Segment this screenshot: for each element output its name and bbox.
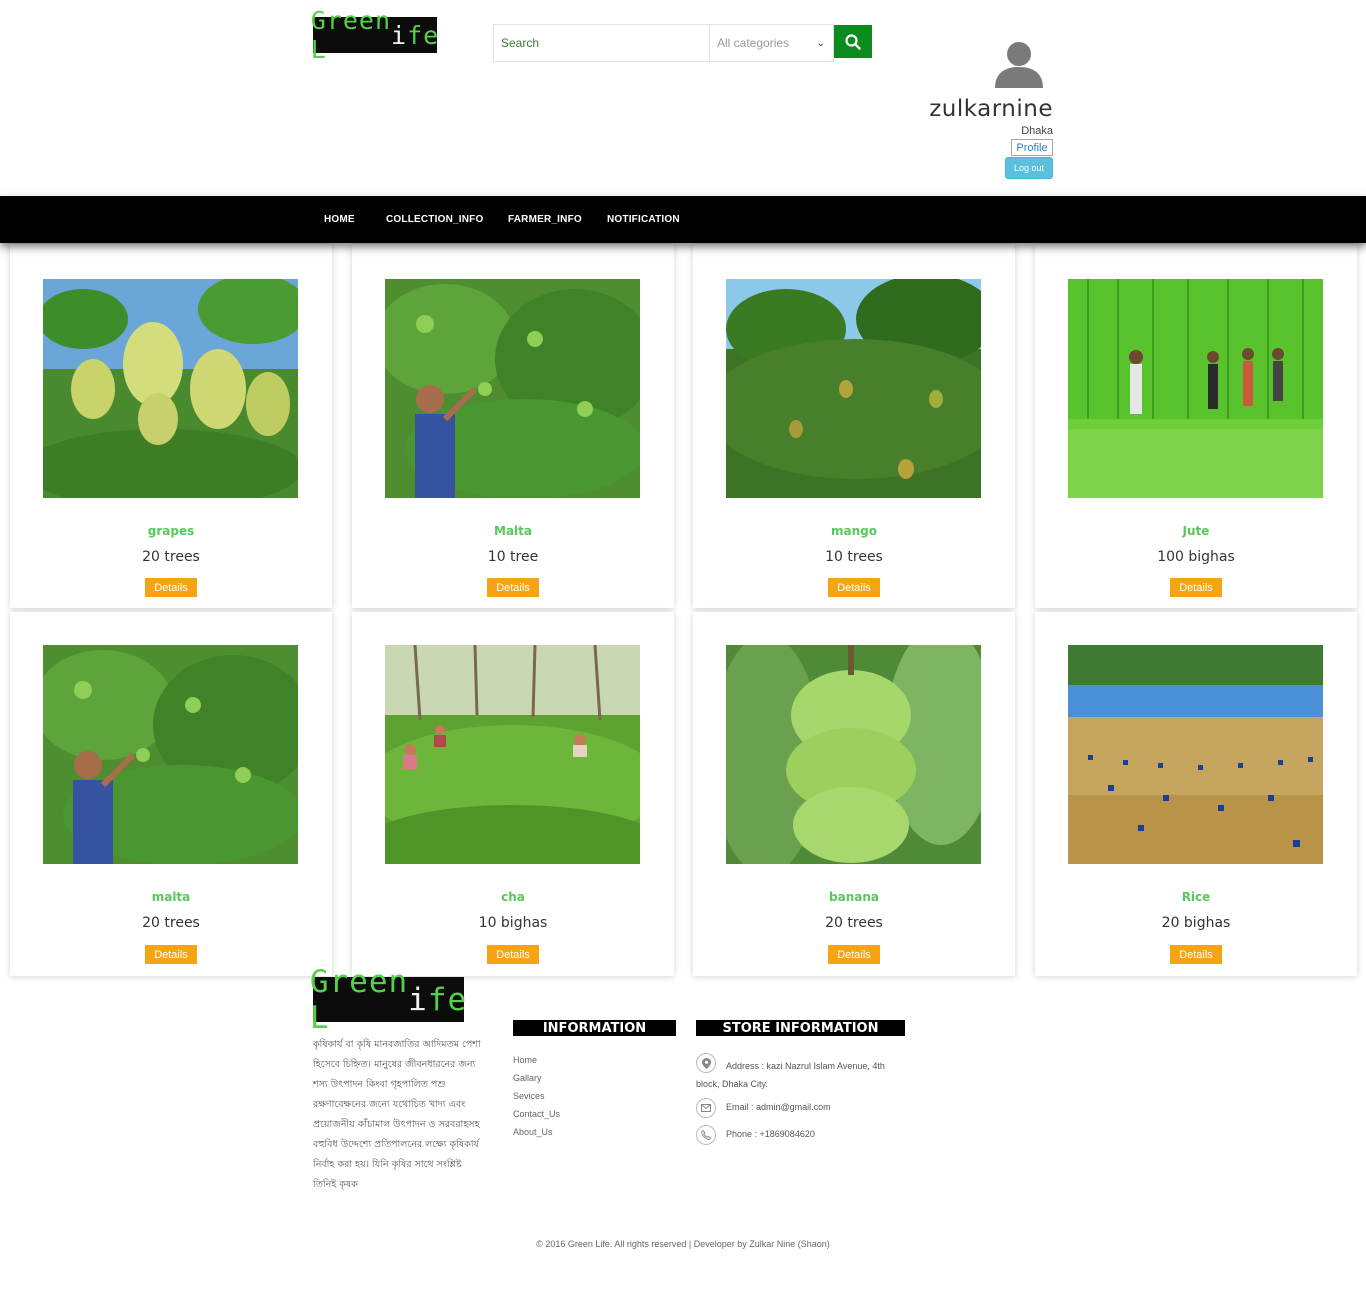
- product-image-mango[interactable]: [726, 279, 981, 498]
- product-image-grapes[interactable]: [43, 279, 298, 498]
- product-quantity: 10 bighas: [478, 915, 548, 931]
- product-name[interactable]: grapes: [10, 524, 332, 538]
- search-icon: [845, 33, 861, 50]
- chevron-down-icon: ⌄: [816, 37, 825, 49]
- details-button[interactable]: Details: [1170, 945, 1222, 964]
- store-email: Email : admin@gmail.com: [726, 1102, 831, 1112]
- category-selected-value: All categories: [717, 36, 790, 50]
- details-button[interactable]: Details: [487, 578, 539, 597]
- nav-home[interactable]: HOME: [324, 214, 355, 225]
- product-card: Malta 10 tree Details: [352, 244, 674, 608]
- product-image-malta[interactable]: [385, 279, 640, 498]
- product-name[interactable]: Malta: [352, 524, 674, 538]
- logo-text-c: fe: [427, 981, 468, 1018]
- phone-icon: [696, 1125, 716, 1145]
- footer-link-gallary[interactable]: Gallary: [513, 1073, 542, 1083]
- product-card: malta 20 trees Details: [10, 612, 332, 976]
- product-quantity: 10 tree: [487, 549, 539, 565]
- logo-text-b: i: [408, 981, 428, 1018]
- search-button[interactable]: [834, 25, 872, 58]
- product-card: Rice 20 bighas Details: [1035, 612, 1357, 976]
- details-button[interactable]: Details: [828, 578, 880, 597]
- logout-button[interactable]: Log out: [1005, 157, 1053, 179]
- main-nav: HOME COLLECTION_INFO FARMER_INFO NOTIFIC…: [0, 196, 1366, 243]
- product-image-jute[interactable]: [1068, 279, 1323, 498]
- details-button[interactable]: Details: [487, 945, 539, 964]
- product-card: banana 20 trees Details: [693, 612, 1015, 976]
- product-quantity: 10 trees: [825, 549, 883, 565]
- site-logo[interactable]: Green Li fe: [311, 6, 440, 64]
- footer-link-about[interactable]: About_Us: [513, 1127, 553, 1137]
- nav-collection-info[interactable]: COLLECTION_INFO: [386, 214, 483, 225]
- product-card: cha 10 bighas Details: [352, 612, 674, 976]
- product-name[interactable]: banana: [693, 890, 1015, 904]
- product-quantity: 20 bighas: [1161, 915, 1231, 931]
- product-quantity: 20 trees: [142, 549, 200, 565]
- user-city: Dhaka: [1021, 125, 1053, 137]
- product-name[interactable]: Jute: [1035, 524, 1357, 538]
- profile-button[interactable]: Profile: [1011, 139, 1053, 156]
- footer-link-home[interactable]: Home: [513, 1055, 537, 1065]
- details-button[interactable]: Details: [145, 945, 197, 964]
- store-information-heading: STORE INFORMATION: [696, 1020, 905, 1036]
- footer-logo[interactable]: Green Li fe: [310, 964, 468, 1036]
- product-quantity: 20 trees: [825, 915, 883, 931]
- user-name: zulkarnine: [929, 96, 1053, 122]
- footer-description: কৃষিকার্য বা কৃষি মানবজাতির আদিমতম পেশা …: [313, 1039, 481, 1190]
- product-image-rice[interactable]: [1068, 645, 1323, 864]
- copyright-text: © 2016 Green Life. All rights reserved |…: [536, 1239, 830, 1249]
- product-image-malta[interactable]: [43, 645, 298, 864]
- store-address: Address : kazi Nazrul Islam Avenue, 4th …: [696, 1061, 885, 1089]
- logo-text-a: Green L: [309, 963, 409, 1036]
- logo-text-c: fe: [407, 20, 440, 50]
- logo-text-a: Green L: [310, 6, 392, 64]
- product-name[interactable]: malta: [10, 890, 332, 904]
- footer-link-sevices[interactable]: Sevices: [513, 1091, 545, 1101]
- product-quantity: 20 trees: [142, 915, 200, 931]
- details-button[interactable]: Details: [828, 945, 880, 964]
- product-quantity: 100 bighas: [1157, 549, 1235, 565]
- product-name[interactable]: cha: [352, 890, 674, 904]
- user-avatar-icon: [995, 42, 1043, 88]
- logo-text-b: i: [391, 20, 408, 50]
- nav-notification[interactable]: NOTIFICATION: [607, 214, 680, 225]
- product-name[interactable]: mango: [693, 524, 1015, 538]
- nav-farmer-info[interactable]: FARMER_INFO: [508, 214, 582, 225]
- category-select[interactable]: All categories ⌄: [710, 25, 833, 61]
- search-input[interactable]: [494, 25, 710, 61]
- search-bar: All categories ⌄: [493, 24, 834, 62]
- store-phone: Phone : +1869084620: [726, 1129, 815, 1139]
- information-heading: INFORMATION: [513, 1020, 676, 1036]
- product-card: Jute 100 bighas Details: [1035, 244, 1357, 608]
- footer-link-contact[interactable]: Contact_Us: [513, 1109, 560, 1119]
- product-card: mango 10 trees Details: [693, 244, 1015, 608]
- product-image-banana[interactable]: [726, 645, 981, 864]
- email-icon: [696, 1098, 716, 1118]
- product-image-tea[interactable]: [385, 645, 640, 864]
- details-button[interactable]: Details: [1170, 578, 1222, 597]
- product-name[interactable]: Rice: [1035, 890, 1357, 904]
- details-button[interactable]: Details: [145, 578, 197, 597]
- product-card: grapes 20 trees Details: [10, 244, 332, 608]
